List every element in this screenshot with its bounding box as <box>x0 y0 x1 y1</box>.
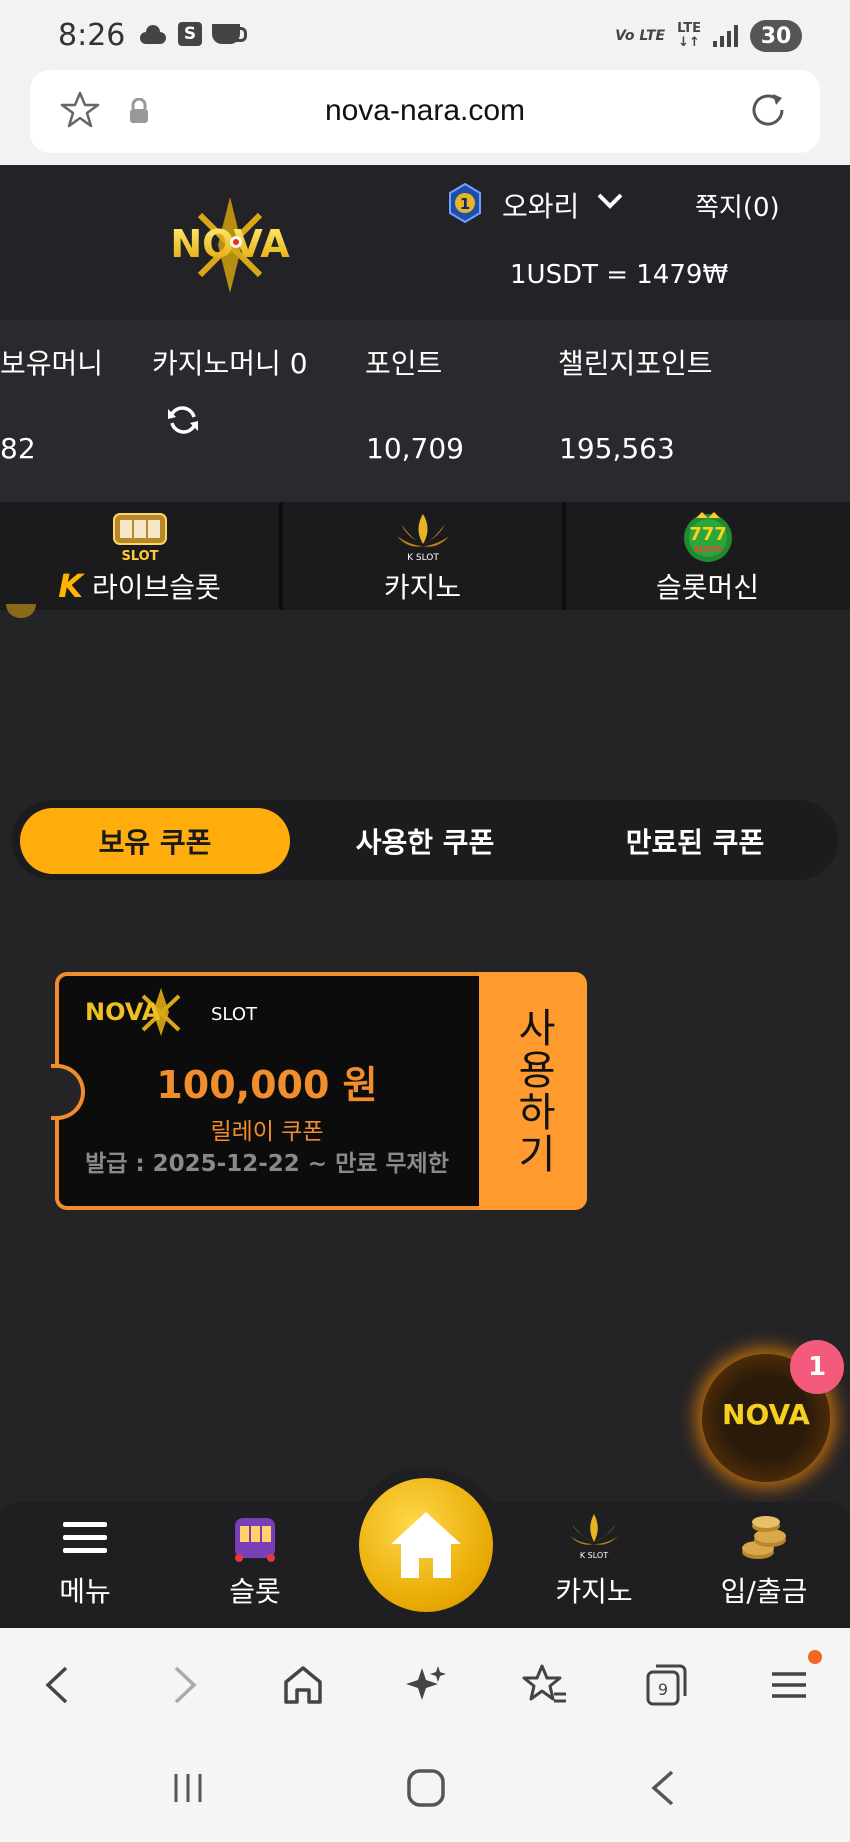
coupon-filter-tabs: 보유 쿠폰 사용한 쿠폰 만료된 쿠폰 <box>12 800 838 880</box>
system-home-icon[interactable] <box>404 1766 448 1810</box>
tab-live-slot[interactable]: SLOT K 라이브슬롯 <box>0 502 283 610</box>
svg-text:NOVA: NOVA <box>170 222 290 266</box>
nav-deposit-label: 입/출금 <box>720 1575 808 1608</box>
nav-menu-label: 메뉴 <box>59 1575 111 1608</box>
browser-menu-icon[interactable] <box>764 1660 814 1710</box>
s-app-icon: S <box>178 22 202 46</box>
nav-menu[interactable]: 메뉴 <box>15 1512 155 1610</box>
url-text[interactable]: nova-nara.com <box>30 94 820 128</box>
svg-text:9: 9 <box>658 1680 668 1699</box>
exchange-rate: 1USDT = 1479₩ <box>510 260 729 290</box>
clock: 8:26 <box>58 18 126 53</box>
back-arrow-icon[interactable] <box>34 1660 84 1710</box>
use-coupon-button[interactable]: 사용하기 <box>479 972 587 1210</box>
rank-badge-icon: 1 <box>449 183 481 223</box>
reload-icon[interactable] <box>746 88 790 132</box>
browser-home-icon[interactable] <box>278 1660 328 1710</box>
svg-text:K SLOT: K SLOT <box>407 553 439 563</box>
signal-icon <box>713 25 738 47</box>
balance-panel: 보유머니 82 카지노머니 0 포인트 10,709 챌린지포인트 195,56… <box>0 320 850 502</box>
system-back-icon[interactable] <box>644 1768 684 1808</box>
nav-deposit-withdraw[interactable]: 입/출금 <box>694 1512 834 1610</box>
battery-indicator: 30 <box>750 20 802 52</box>
svg-text:SLOTS: SLOTS <box>693 545 722 554</box>
points-value: 10,709 <box>366 432 464 465</box>
bookmarks-icon[interactable] <box>520 1660 570 1710</box>
tab-casino[interactable]: K SLOT 카지노 <box>283 502 566 610</box>
tab-used-coupons[interactable]: 사용한 쿠폰 <box>290 808 560 874</box>
k-slot-nav-icon: K SLOT <box>570 1514 618 1560</box>
tabs-icon[interactable]: 9 <box>640 1660 690 1710</box>
coupon-amount: 100,000 원 <box>156 1063 378 1107</box>
svg-text:K SLOT: K SLOT <box>580 1551 608 1560</box>
hamburger-menu-icon <box>63 1522 107 1553</box>
svg-text:777: 777 <box>689 524 727 545</box>
cloud-icon <box>138 24 168 44</box>
browser-bottom-bar: 9 <box>0 1628 850 1738</box>
coupon-type: 릴레이 쿠폰 <box>210 1119 324 1145</box>
coupon-issue-date: 발급 : 2025-12-22 ~ 만료 무제한 <box>85 1151 449 1177</box>
svg-text:NOVA: NOVA <box>85 998 161 1026</box>
lte-indicator: LTE ↓↑ <box>677 21 701 50</box>
money-value: 82 <box>0 432 36 465</box>
site-header: NOVA 1 오와리 쪽지(0) 1USDT = 1479₩ <box>0 165 850 320</box>
home-button[interactable] <box>359 1478 493 1612</box>
status-bar: 8:26 S Vo LTE LTE ↓↑ 30 <box>0 0 850 70</box>
nova-slot-logo: NOVA SLOT <box>85 988 258 1036</box>
coins-icon <box>742 1516 786 1559</box>
tab-owned-coupons[interactable]: 보유 쿠폰 <box>20 808 290 874</box>
system-nav-bar <box>0 1738 850 1842</box>
k-logo-icon: K <box>58 567 84 605</box>
live-slot-icon: SLOT <box>112 513 167 564</box>
decorative-dot <box>6 604 36 618</box>
address-bar[interactable]: nova-nara.com <box>30 70 820 153</box>
system-indicators: Vo LTE LTE ↓↑ 30 <box>615 20 802 52</box>
svg-text:SLOT: SLOT <box>211 1004 258 1025</box>
coupon-card: NOVA SLOT 100,000 원 릴레이 쿠폰 발급 : 2025-12-… <box>51 972 587 1210</box>
messages-link[interactable]: 쪽지(0) <box>695 187 780 224</box>
points-label: 포인트 <box>365 347 443 380</box>
username[interactable]: 오와리 <box>502 185 579 225</box>
refresh-icon[interactable] <box>166 403 200 437</box>
browser-toolbar: nova-nara.com <box>0 70 850 165</box>
volte-indicator: Vo LTE <box>615 28 666 44</box>
slot-machine-icon <box>235 1518 275 1562</box>
notification-icons: S <box>138 22 247 46</box>
tab-expired-coupons[interactable]: 만료된 쿠폰 <box>560 808 830 874</box>
menu-notification-dot <box>808 1650 822 1664</box>
777-slots-icon: 777 SLOTS <box>683 512 732 562</box>
tab-slot-machine[interactable]: 777 SLOTS 슬롯머신 <box>566 502 849 610</box>
nav-casino-label: 카지노 <box>555 1575 633 1608</box>
k-slot-icon: K SLOT <box>396 514 449 563</box>
game-category-tabs: SLOT K 라이브슬롯 K SLOT 카지노 777 SLOTS 슬롯머신 <box>0 502 850 610</box>
tab-label: 라이브슬롯 <box>91 571 221 604</box>
nav-slot[interactable]: 슬롯 <box>185 1512 325 1610</box>
nav-casino[interactable]: K SLOT 카지노 <box>524 1512 664 1610</box>
challenge-points-value: 195,563 <box>559 432 675 465</box>
coffee-icon <box>212 24 247 44</box>
tab-label: 슬롯머신 <box>655 571 760 604</box>
sparkle-icon[interactable] <box>400 1660 450 1710</box>
notification-badge: 1 <box>790 1340 844 1394</box>
home-icon <box>391 1512 461 1578</box>
challenge-points-label: 챌린지포인트 <box>558 347 713 380</box>
forward-arrow-icon[interactable] <box>158 1660 208 1710</box>
svg-text:SLOT: SLOT <box>121 549 158 564</box>
floating-logo-text: NOVA <box>722 1398 810 1431</box>
chevron-down-icon[interactable] <box>596 191 624 211</box>
nav-slot-label: 슬롯 <box>229 1575 281 1608</box>
use-coupon-label: 사용하기 <box>510 1007 556 1175</box>
casino-money-label: 카지노머니 0 <box>152 347 308 380</box>
tab-label: 카지노 <box>383 571 462 604</box>
nova-logo[interactable]: NOVA <box>140 195 320 295</box>
recent-apps-icon[interactable] <box>168 1768 208 1808</box>
money-label: 보유머니 <box>0 347 104 380</box>
svg-text:1: 1 <box>460 195 470 213</box>
